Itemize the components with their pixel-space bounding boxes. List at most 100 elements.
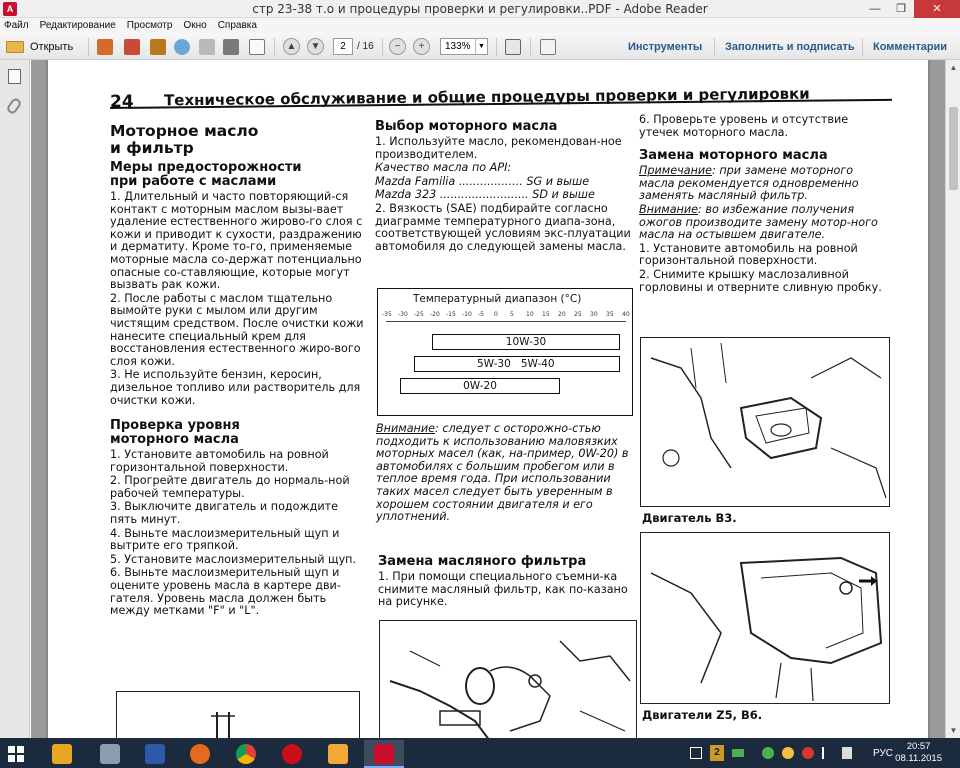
attachments-icon[interactable] (5, 96, 23, 116)
subsection-heading: Меры предосторожности (110, 160, 302, 175)
open-label: Открыть (30, 41, 74, 53)
save-icon[interactable] (199, 39, 215, 55)
paragraph: 1. При помощи специального съемни-ка сни… (378, 570, 628, 609)
menu-edit[interactable]: Редактирование (40, 18, 116, 33)
minimize-button[interactable]: — (862, 0, 888, 18)
file-explorer-icon (52, 744, 72, 764)
zoom-out-button[interactable]: − (389, 38, 406, 55)
paragraph: 4. Выньте маслоизмерительный щуп и вытри… (110, 526, 340, 553)
menu-file[interactable]: Файл (4, 18, 29, 33)
toolbar-separator (274, 38, 275, 56)
subsection-heading: моторного масла (110, 432, 239, 448)
chart-tick-label: -30 (398, 311, 408, 318)
nvidia-icon[interactable] (732, 749, 744, 757)
page-thumbnails-icon[interactable] (8, 69, 21, 84)
tray-app-icon[interactable] (782, 747, 794, 759)
photo-app-icon (328, 744, 348, 764)
taskbar-app-photo[interactable] (318, 740, 358, 768)
fill-sign-button[interactable]: Заполнить и подписать (725, 41, 855, 53)
export-pdf-icon[interactable] (124, 39, 140, 55)
paragraph: 1. Длительный и часто повторяющий-ся кон… (110, 190, 363, 292)
toolbar-separator (382, 38, 383, 56)
fit-page-icon[interactable] (505, 39, 521, 55)
subsection-heading: при работе с маслами (110, 174, 277, 189)
column-2-filter: Замена масляного фильтра 1. При помощи с… (378, 555, 640, 610)
chart-tick-label: -15 (446, 311, 456, 318)
warning-label: Внимание (639, 202, 699, 216)
paragraph: 2. Прогрейте двигатель до нормаль-ной ра… (110, 474, 350, 500)
engine-z5-b6-illustration (650, 556, 883, 702)
paragraph: 2. Вязкость (SAE) подбирайте согласно ди… (375, 201, 631, 253)
maximize-button[interactable]: ❐ (888, 0, 914, 18)
chart-tick-label: -5 (478, 311, 484, 318)
clock[interactable]: 20:57 08.11.2015 (895, 741, 942, 765)
tray-app-icon[interactable] (762, 747, 774, 759)
zoom-select[interactable]: 133% ▼ (440, 38, 488, 55)
taskbar-app-firefox[interactable] (180, 740, 220, 768)
paragraph: 2. Снимите крышку маслозаливной горловин… (639, 267, 882, 294)
network-icon[interactable] (822, 747, 834, 759)
subsection-heading: Замена моторного масла (639, 148, 828, 164)
scroll-up-icon[interactable]: ▲ (949, 63, 958, 72)
taskbar-app-disk[interactable] (90, 740, 130, 768)
band-label: 5W-40 (520, 358, 555, 370)
figure-caption: Двигатели Z5, B6. (642, 708, 763, 722)
vertical-scrollbar[interactable]: ▲ ▼ (945, 60, 960, 738)
previous-page-button[interactable]: ▲ (283, 38, 300, 55)
menu-bar: Файл Редактирование Просмотр Окно Справк… (0, 18, 960, 33)
tools-button[interactable]: Инструменты (628, 41, 702, 53)
figure-caption: Двигатель B3. (642, 511, 737, 525)
menu-view[interactable]: Просмотр (127, 18, 173, 33)
tray-app-icon[interactable] (802, 747, 814, 759)
document-viewport[interactable]: 24 Техническое обслуживание и общие проц… (31, 60, 945, 738)
subsection-heading: Проверка уровня (110, 418, 240, 434)
taskbar-app-chrome[interactable] (226, 740, 266, 768)
language-indicator[interactable]: РУС (873, 748, 893, 768)
tray-badge[interactable]: 2 (710, 745, 724, 761)
subsection-heading: Выбор моторного масла (375, 119, 558, 134)
taskbar-app-save[interactable] (135, 740, 175, 768)
figure-oil-filter (379, 620, 637, 738)
folder-icon (6, 41, 24, 53)
paragraph: 3. Не используйте бензин, керосин, дизел… (110, 368, 361, 407)
taskbar-app-opera[interactable] (272, 740, 312, 768)
warning-text: : следует с осторожно-стью подходить к и… (376, 422, 629, 524)
print-icon[interactable] (223, 39, 239, 55)
scroll-down-icon[interactable]: ▼ (949, 726, 958, 735)
zoom-in-button[interactable]: + (413, 38, 430, 55)
opera-icon (282, 744, 302, 764)
chart-tick-label: 0 (494, 311, 498, 318)
page-number-input[interactable]: 2 (333, 38, 353, 55)
create-pdf-icon[interactable] (97, 39, 113, 55)
taskbar-app-explorer[interactable] (42, 740, 82, 768)
menu-help[interactable]: Справка (218, 18, 257, 33)
fullscreen-icon[interactable] (540, 39, 556, 55)
edit-pdf-icon[interactable] (150, 39, 166, 55)
cloud-upload-icon[interactable] (174, 39, 190, 55)
scrollbar-thumb[interactable] (949, 107, 958, 190)
email-icon[interactable] (249, 39, 265, 55)
paragraph: 1. Установите автомобиль на ровной гориз… (639, 241, 858, 268)
figure-engine-z5-b6 (640, 532, 890, 704)
engine-b3-illustration (650, 342, 887, 499)
chart-tick-label: 35 (606, 311, 614, 318)
notification-center-icon[interactable] (690, 747, 702, 759)
taskbar-app-adobe-reader[interactable] (364, 740, 404, 768)
band-label: 5W-30 (477, 358, 511, 370)
menu-window[interactable]: Окно (183, 18, 206, 33)
pdf-page: 24 Техническое обслуживание и общие проц… (48, 60, 928, 738)
close-button[interactable]: ✕ (914, 0, 960, 18)
api-value: SG и выше (526, 174, 590, 188)
comments-button[interactable]: Комментарии (873, 41, 947, 53)
window-title: стр 23-38 т.о и процедуры проверки и рег… (252, 2, 708, 16)
windows-start-icon[interactable] (8, 746, 24, 762)
open-button[interactable]: Открыть (6, 38, 73, 56)
volume-icon[interactable] (842, 747, 852, 759)
paragraph: 5. Установите маслоизмерительный щуп. (110, 552, 357, 566)
chart-tick-label: 25 (574, 311, 582, 318)
floppy-disk-icon (145, 744, 165, 764)
taskbar: 2 РУС 20:57 08.11.2015 (0, 738, 960, 768)
warning-paragraph: Внимание: следует с осторожно-стью подхо… (376, 422, 638, 524)
paragraph: 2. После работы с маслом тщательно вымой… (110, 291, 364, 368)
next-page-button[interactable]: ▼ (307, 38, 324, 55)
